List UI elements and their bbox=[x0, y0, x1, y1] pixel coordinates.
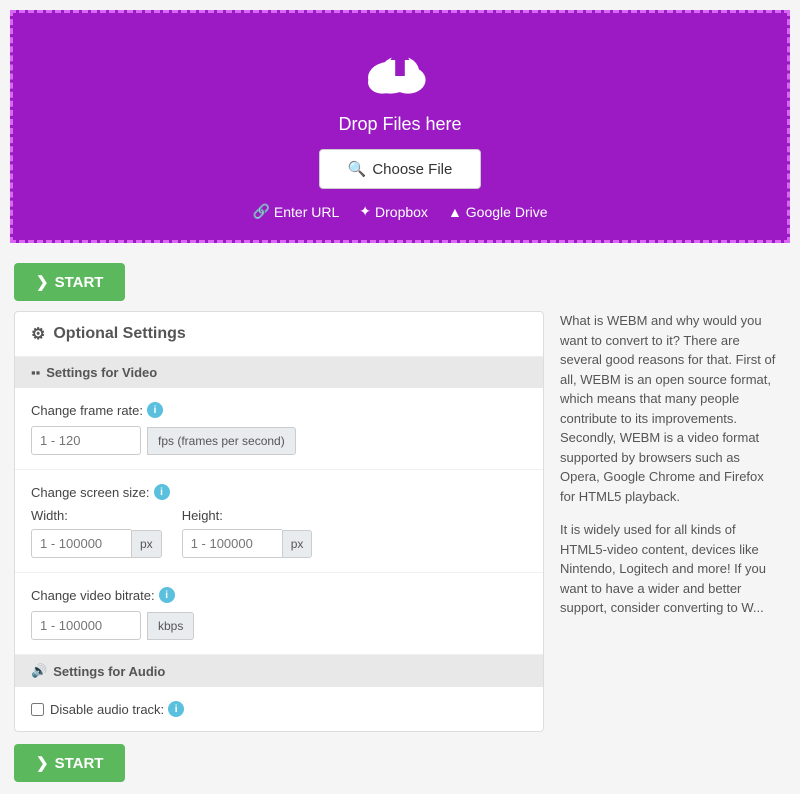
enter-url-link[interactable]: 🔗 Enter URL bbox=[252, 203, 339, 220]
width-field: Width: px bbox=[31, 508, 162, 558]
width-unit: px bbox=[131, 530, 162, 558]
bitrate-label: Change video bitrate: i bbox=[31, 587, 527, 603]
bitrate-unit: kbps bbox=[147, 612, 194, 640]
gear-icon: ⚙ bbox=[31, 324, 45, 344]
settings-panel: ⚙ Optional Settings ▪▪ Settings for Vide… bbox=[14, 311, 544, 732]
link-icon: 🔗 bbox=[252, 203, 269, 220]
upload-cloud-icon bbox=[360, 33, 440, 106]
height-field: Height: px bbox=[182, 508, 313, 558]
start-button-bottom[interactable]: ❯ START bbox=[14, 744, 125, 782]
frame-rate-unit: fps (frames per second) bbox=[147, 427, 296, 455]
screen-size-label: Change screen size: i bbox=[31, 484, 527, 500]
disable-audio-info-icon[interactable]: i bbox=[168, 701, 184, 717]
start-button-top[interactable]: ❯ START bbox=[14, 263, 125, 301]
video-icon: ▪▪ bbox=[31, 365, 40, 380]
dropbox-icon: ✦ bbox=[359, 203, 371, 220]
disable-audio-checkbox[interactable] bbox=[31, 703, 44, 716]
info-paragraph-1: What is WEBM and why would you want to c… bbox=[560, 311, 782, 506]
width-input[interactable] bbox=[31, 529, 131, 558]
audio-icon: 🔊 bbox=[31, 663, 47, 679]
height-input-row: px bbox=[182, 529, 313, 558]
height-unit: px bbox=[282, 530, 313, 558]
disable-audio-row: Disable audio track: i bbox=[15, 687, 543, 731]
info-paragraph-2: It is widely used for all kinds of HTML5… bbox=[560, 520, 782, 618]
chevron-right-icon: ❯ bbox=[36, 273, 49, 291]
frame-rate-label: Change frame rate: i bbox=[31, 402, 527, 418]
height-input[interactable] bbox=[182, 529, 282, 558]
google-drive-icon: ▲ bbox=[448, 204, 462, 220]
main-content: ⚙ Optional Settings ▪▪ Settings for Vide… bbox=[0, 311, 800, 732]
frame-rate-row: Change frame rate: i fps (frames per sec… bbox=[15, 388, 543, 470]
bitrate-input[interactable] bbox=[31, 611, 141, 640]
dropbox-link[interactable]: ✦ Dropbox bbox=[359, 203, 428, 220]
disable-audio-label: Disable audio track: i bbox=[50, 701, 184, 717]
search-icon: 🔍 bbox=[348, 160, 367, 178]
info-panel: What is WEBM and why would you want to c… bbox=[556, 311, 786, 732]
bitrate-input-group: kbps bbox=[31, 611, 527, 640]
frame-rate-input[interactable] bbox=[31, 426, 141, 455]
settings-title: ⚙ Optional Settings bbox=[15, 312, 543, 357]
video-section-header: ▪▪ Settings for Video bbox=[15, 357, 543, 388]
choose-file-button[interactable]: 🔍 Choose File bbox=[319, 149, 482, 189]
frame-rate-info-icon[interactable]: i bbox=[147, 402, 163, 418]
screen-size-info-icon[interactable]: i bbox=[154, 484, 170, 500]
google-drive-link[interactable]: ▲ Google Drive bbox=[448, 203, 548, 220]
audio-section-header: 🔊 Settings for Audio bbox=[15, 655, 543, 687]
height-label: Height: bbox=[182, 508, 313, 523]
chevron-right-icon-bottom: ❯ bbox=[36, 754, 49, 772]
bitrate-info-icon[interactable]: i bbox=[159, 587, 175, 603]
frame-rate-input-group: fps (frames per second) bbox=[31, 426, 527, 455]
bitrate-row: Change video bitrate: i kbps bbox=[15, 573, 543, 655]
width-label: Width: bbox=[31, 508, 162, 523]
screen-size-row: Change screen size: i Width: px Height: … bbox=[15, 470, 543, 573]
start-button-bottom-container: ❯ START bbox=[0, 732, 800, 794]
width-input-row: px bbox=[31, 529, 162, 558]
drop-zone[interactable]: Drop Files here 🔍 Choose File 🔗 Enter UR… bbox=[10, 10, 790, 243]
size-inputs: Width: px Height: px bbox=[31, 508, 527, 558]
start-button-top-container: ❯ START bbox=[0, 253, 800, 311]
link-options: 🔗 Enter URL ✦ Dropbox ▲ Google Drive bbox=[252, 203, 547, 220]
drop-files-text: Drop Files here bbox=[338, 114, 461, 135]
